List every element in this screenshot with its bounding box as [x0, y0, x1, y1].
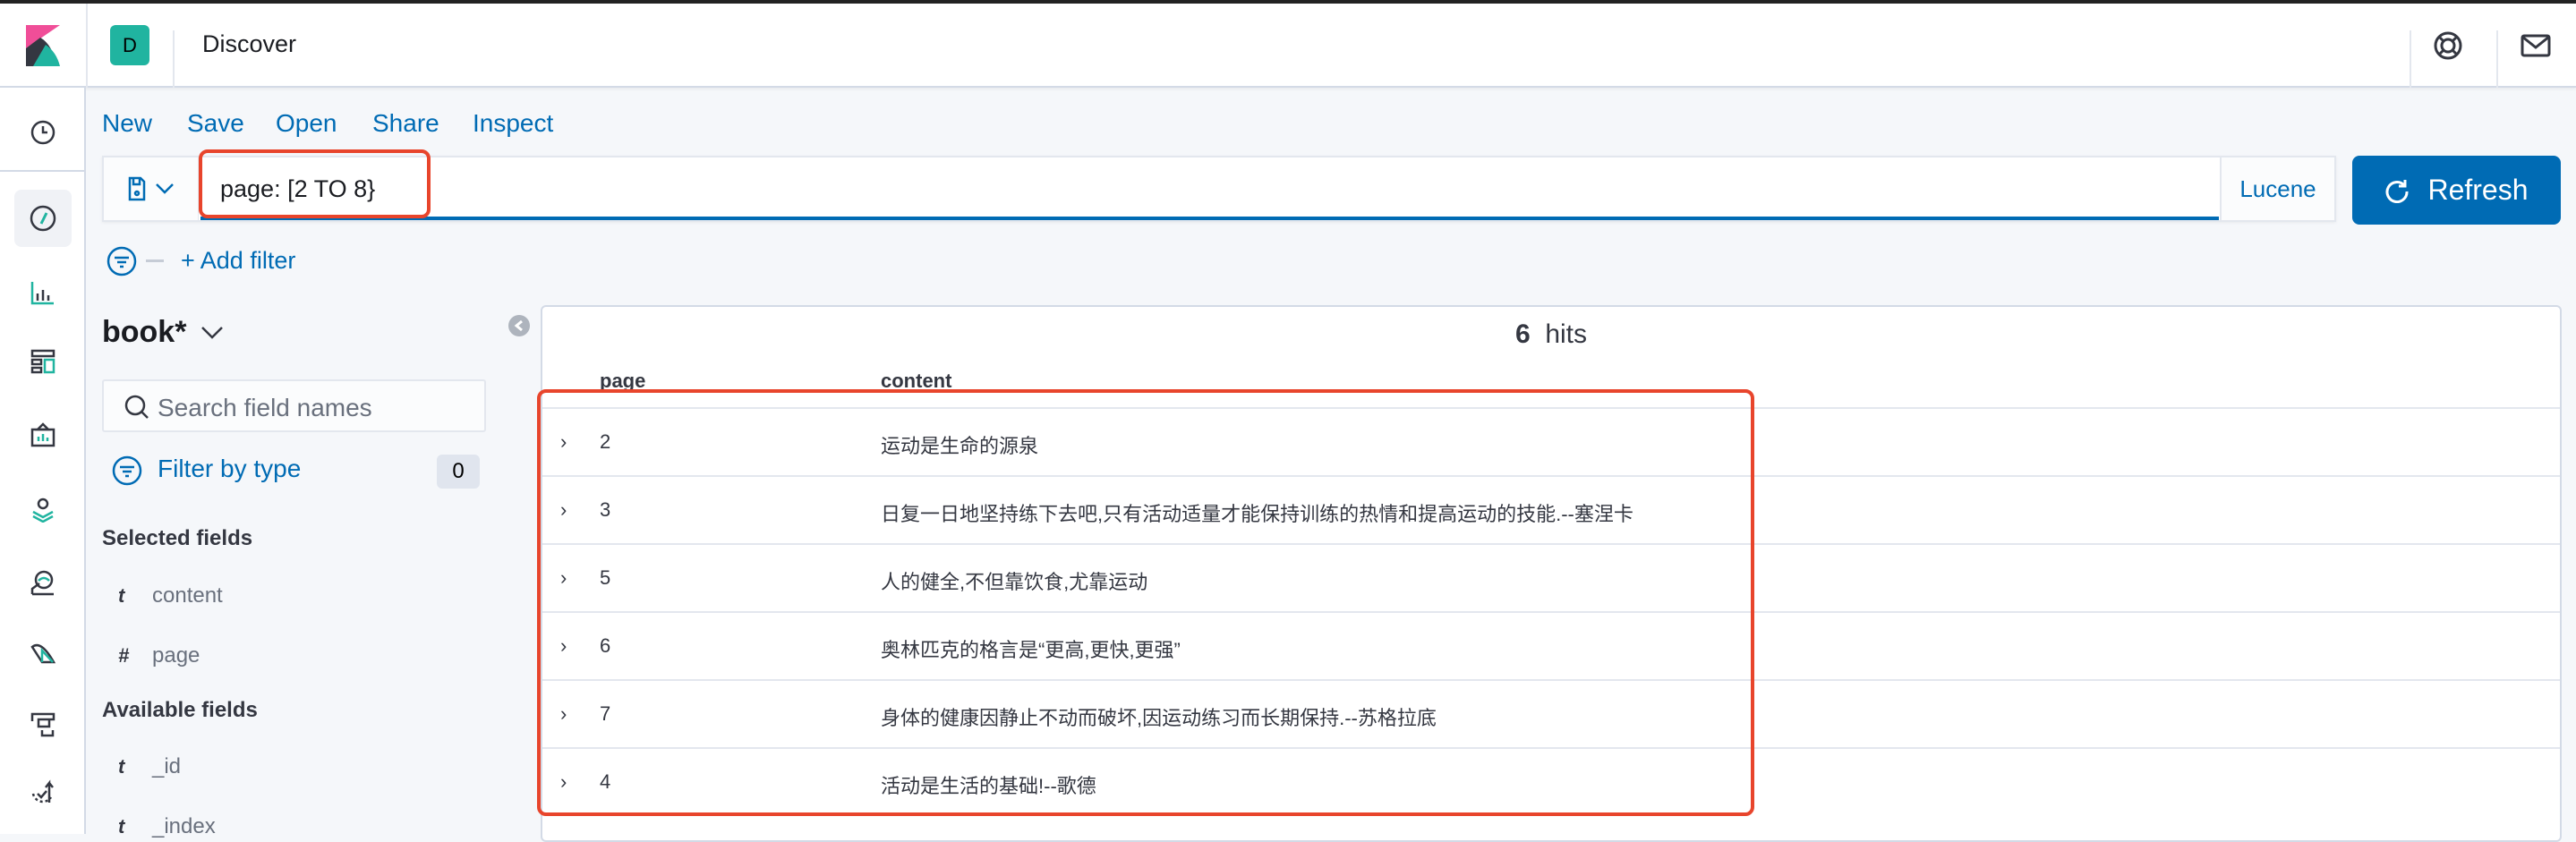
visualize-icon[interactable] [21, 271, 64, 314]
field-name: _id [152, 754, 182, 778]
query-highlight-annotation [199, 149, 431, 218]
page-title: Discover [202, 30, 297, 57]
filter-options-icon[interactable] [106, 245, 138, 277]
collapse-sidebar-button[interactable] [508, 315, 530, 336]
index-pattern-title[interactable]: book* [102, 315, 186, 350]
query-bar: page: [2 TO 8} Lucene [102, 156, 2336, 222]
share-button[interactable]: Share [372, 109, 439, 138]
hits-label: hits [1545, 319, 1588, 349]
field-name: page [152, 643, 200, 668]
query-language-button[interactable]: Lucene [2220, 157, 2334, 220]
search-placeholder: Search field names [158, 394, 372, 421]
field-item[interactable]: t content [102, 583, 223, 608]
uptime-icon[interactable] [21, 771, 64, 814]
chevron-down-icon[interactable] [200, 326, 224, 340]
results-highlight-annotation [537, 389, 1754, 816]
ml-icon[interactable] [21, 561, 64, 604]
field-name: _index [152, 814, 216, 838]
filter-count-badge: 0 [437, 455, 480, 489]
string-type-icon: t [118, 584, 125, 607]
filter-divider [146, 259, 164, 262]
query-input[interactable]: page: [2 TO 8} [200, 157, 2219, 220]
field-name: content [152, 583, 223, 608]
saved-query-button[interactable] [104, 157, 199, 220]
hits-count: 6 [1514, 319, 1531, 349]
inspect-button[interactable]: Inspect [473, 109, 553, 138]
space-avatar[interactable]: D [110, 25, 149, 65]
clock-icon[interactable] [21, 111, 64, 154]
save-icon [128, 176, 145, 201]
mail-icon[interactable] [2521, 34, 2551, 57]
number-type-icon: # [118, 644, 130, 667]
canvas-icon[interactable] [21, 413, 64, 456]
selected-fields-heading: Selected fields [102, 526, 253, 550]
kibana-logo[interactable] [26, 25, 60, 66]
field-item[interactable]: t _index [102, 814, 216, 839]
add-filter-button[interactable]: + Add filter [181, 247, 295, 275]
field-item[interactable]: t _id [102, 754, 181, 779]
filter-icon[interactable] [111, 455, 143, 487]
field-item[interactable]: # page [102, 643, 200, 668]
apm-icon[interactable] [21, 702, 64, 745]
search-field-names-input[interactable]: Search field names [102, 379, 486, 432]
new-button[interactable]: New [102, 109, 152, 138]
filter-by-type-button[interactable]: Filter by type [158, 455, 301, 483]
save-button[interactable]: Save [187, 109, 244, 138]
refresh-button[interactable]: Refresh [2352, 156, 2561, 225]
side-nav [0, 88, 86, 834]
discover-compass-icon[interactable] [14, 190, 72, 247]
dashboard-icon[interactable] [21, 340, 64, 383]
chevron-left-icon [514, 319, 523, 332]
search-icon [124, 395, 149, 419]
chevron-down-icon [155, 183, 174, 194]
maps-icon[interactable] [21, 488, 64, 531]
hits-counter: 6 hits [542, 319, 2560, 350]
refresh-label: Refresh [2427, 174, 2529, 206]
string-type-icon: t [118, 815, 125, 838]
help-lifebuoy-icon[interactable] [2433, 30, 2463, 61]
available-fields-heading: Available fields [102, 698, 258, 722]
refresh-icon [2385, 179, 2409, 203]
header: D Discover [0, 4, 2576, 88]
string-type-icon: t [118, 755, 125, 778]
open-button[interactable]: Open [276, 109, 337, 138]
infrastructure-icon[interactable] [21, 630, 64, 673]
